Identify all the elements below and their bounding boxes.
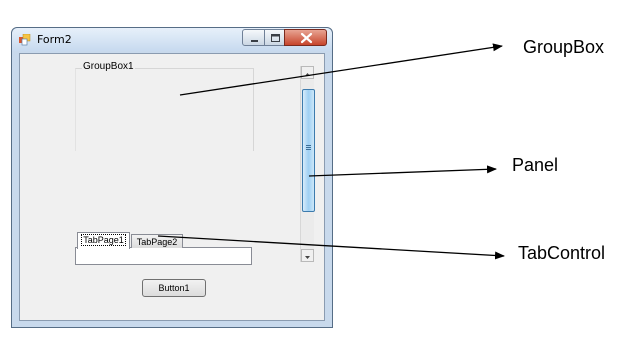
annotation-tabcontrol: TabControl [518,243,606,263]
arrow-to-groupbox [179,43,503,96]
arrow-to-panel [308,165,497,177]
annotation-panel: Panel [512,155,559,175]
tab-tabpage1[interactable]: TabPage1 [77,232,130,249]
tab-label: TabPage1 [81,234,126,246]
annotation-groupbox: GroupBox [523,37,605,57]
arrow-to-tabcontrol [157,235,505,260]
